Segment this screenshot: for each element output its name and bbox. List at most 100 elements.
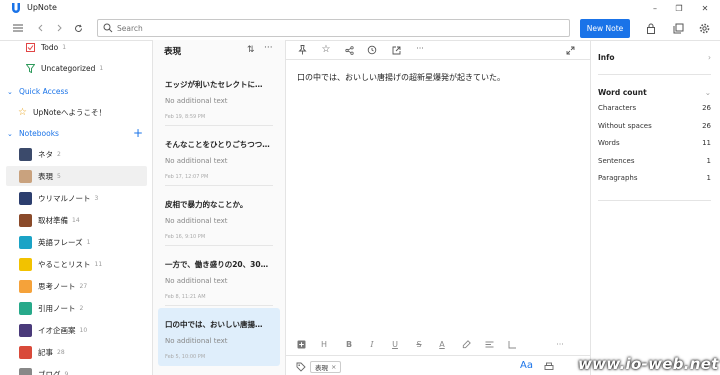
tag-chip[interactable]: 表現 × (310, 361, 342, 373)
add-notebook-button[interactable]: + (133, 126, 143, 140)
font-style-button[interactable]: Aa (520, 360, 533, 371)
highlighter-icon[interactable] (460, 338, 472, 350)
word-count-row: Without spaces 26 (598, 122, 711, 130)
sidebar-item-welcome[interactable]: ☆ UpNoteへようこそ！ (0, 102, 152, 122)
note-list-item[interactable]: エッジが利いたセレクトに… No additional text Feb 19, 8… (158, 68, 280, 126)
sidebar-item-label: ネタ (38, 149, 53, 159)
word-count-header[interactable]: Word count ⌄ (598, 88, 711, 97)
note-date: Feb 19, 8:59 PM (165, 114, 206, 120)
close-window-button[interactable]: ✕ (693, 0, 717, 17)
menu-icon[interactable] (11, 21, 25, 35)
upnote-logo-icon (11, 3, 21, 14)
strikethrough-button[interactable]: S (413, 338, 425, 350)
note-separator (165, 185, 273, 186)
quick-access-label: Quick Access (19, 87, 69, 96)
underline-button[interactable]: U (389, 338, 401, 350)
notebooks-heading[interactable]: ⌄ Notebooks (7, 129, 59, 138)
sidebar-item-notebook[interactable]: ネタ 2 (0, 144, 152, 164)
watermark: www.io-web.net (578, 355, 719, 373)
forward-icon[interactable] (52, 21, 66, 35)
chevron-down-icon: ⌄ (7, 129, 13, 138)
more-options-icon[interactable]: ··· (264, 43, 273, 53)
sidebar-item-label: やることリスト (38, 259, 91, 269)
notebook-cover-icon (19, 367, 32, 375)
word-count-row: Sentences 1 (598, 157, 711, 165)
sidebar-item-uncategorized[interactable]: Uncategorized 1 (0, 58, 152, 78)
sidebar-item-notebook[interactable]: ブログ 9 (0, 364, 152, 375)
text-color-button[interactable]: A (436, 338, 448, 350)
sidebar-item-count: 1 (99, 64, 104, 72)
tag-icon[interactable] (296, 362, 306, 372)
sort-icon[interactable]: ⇅ (247, 45, 255, 55)
filter-icon (26, 63, 35, 73)
note-title: 口の中では、おいしい唐揚… (165, 320, 263, 329)
sidebar-item-label: 記事 (38, 347, 53, 357)
note-list-item[interactable]: 皮相で暴力的なことか。 No additional text Feb 16, 9:1… (158, 188, 280, 246)
back-icon[interactable] (34, 21, 48, 35)
sidebar-item-label: 表現 (38, 171, 53, 181)
note-snippet: No additional text (165, 217, 228, 225)
info-header[interactable]: Info › (598, 53, 711, 62)
open-external-icon[interactable] (390, 44, 402, 56)
chevron-down-icon: ⌄ (704, 88, 711, 97)
notebook-cover-icon (19, 213, 32, 227)
maximize-button[interactable]: ❐ (667, 0, 691, 17)
bold-button[interactable]: B (343, 338, 355, 350)
note-list-item[interactable]: 一方で、働き盛りの20、30… No additional text Feb 8, … (158, 248, 280, 306)
sidebar-item-label: 英語フレーズ (38, 237, 83, 247)
tag-remove-icon[interactable]: × (331, 363, 336, 371)
more-format-icon[interactable]: ··· (554, 338, 566, 350)
note-list-item[interactable]: 口の中では、おいしい唐揚… No additional text Feb 5, 10… (158, 308, 280, 366)
sidebar-item-notebook[interactable]: 英語フレーズ 1 (0, 232, 152, 252)
notebook-cover-icon (19, 345, 32, 359)
sidebar-item-notebook[interactable]: やることリスト 11 (0, 254, 152, 274)
app-title: UpNote (27, 3, 57, 12)
history-icon[interactable] (366, 44, 378, 56)
indent-icon[interactable] (506, 338, 518, 350)
settings-gear-icon[interactable] (697, 21, 711, 35)
sidebar-item-notebook[interactable]: 表現 5 (6, 166, 147, 186)
sidebar-item-notebook[interactable]: 引用ノート 2 (0, 298, 152, 318)
sidebar-item-count: 2 (79, 304, 84, 312)
pin-icon[interactable] (296, 44, 308, 56)
new-window-icon[interactable] (671, 21, 685, 35)
word-count-row: Words 11 (598, 139, 711, 147)
heading-button[interactable]: H (318, 338, 330, 350)
minimize-button[interactable]: – (643, 0, 667, 17)
refresh-icon[interactable] (71, 21, 85, 35)
expand-icon[interactable] (564, 44, 576, 56)
search-input[interactable] (117, 22, 557, 35)
sidebar-item-count: 1 (62, 43, 67, 51)
sidebar-item-todo[interactable]: Todo 1 (0, 40, 152, 57)
lock-icon[interactable] (644, 21, 658, 35)
stat-label: Words (598, 139, 620, 147)
note-body-text[interactable]: 口の中では、おいしい唐揚げの超新星爆発が起きていた。 (297, 72, 587, 83)
notebooks-label: Notebooks (19, 129, 59, 138)
notebook-cover-icon (19, 279, 32, 293)
sidebar-item-notebook[interactable]: 記事 28 (0, 342, 152, 362)
share-icon[interactable] (343, 44, 355, 56)
italic-button[interactable]: I (366, 338, 378, 350)
stat-label: Characters (598, 104, 637, 112)
star-outline-icon[interactable]: ☆ (320, 43, 332, 55)
more-options-icon[interactable]: ··· (414, 42, 426, 54)
sidebar-item-label: 引用ノート (38, 303, 76, 313)
note-list-item[interactable]: そんなことをひとりごちつつ… No additional text Feb 17, … (158, 128, 280, 186)
sidebar-item-count: 9 (64, 370, 69, 375)
search-box[interactable] (97, 19, 570, 37)
sidebar-item-notebook[interactable]: 取材準備 14 (0, 210, 152, 230)
insert-block-icon[interactable] (295, 338, 307, 350)
sidebar-item-count: 10 (79, 326, 88, 334)
align-icon[interactable] (483, 338, 495, 350)
sidebar-item-notebook[interactable]: イオ企画案 10 (0, 320, 152, 340)
new-note-button[interactable]: New Note (580, 19, 630, 38)
quick-access-heading[interactable]: ⌄ Quick Access (7, 87, 68, 96)
print-icon[interactable] (544, 362, 554, 372)
sidebar-item-notebook[interactable]: 思考ノート 27 (0, 276, 152, 296)
sidebar-item-label: Todo (41, 42, 59, 52)
note-title: そんなことをひとりごちつつ… (165, 140, 270, 149)
sidebar-item-notebook[interactable]: ウリマルノート 3 (0, 188, 152, 208)
info-panel: Info › Word count ⌄ Characters 26 Without … (591, 40, 720, 375)
note-snippet: No additional text (165, 97, 228, 105)
stat-value: 1 (706, 174, 711, 182)
